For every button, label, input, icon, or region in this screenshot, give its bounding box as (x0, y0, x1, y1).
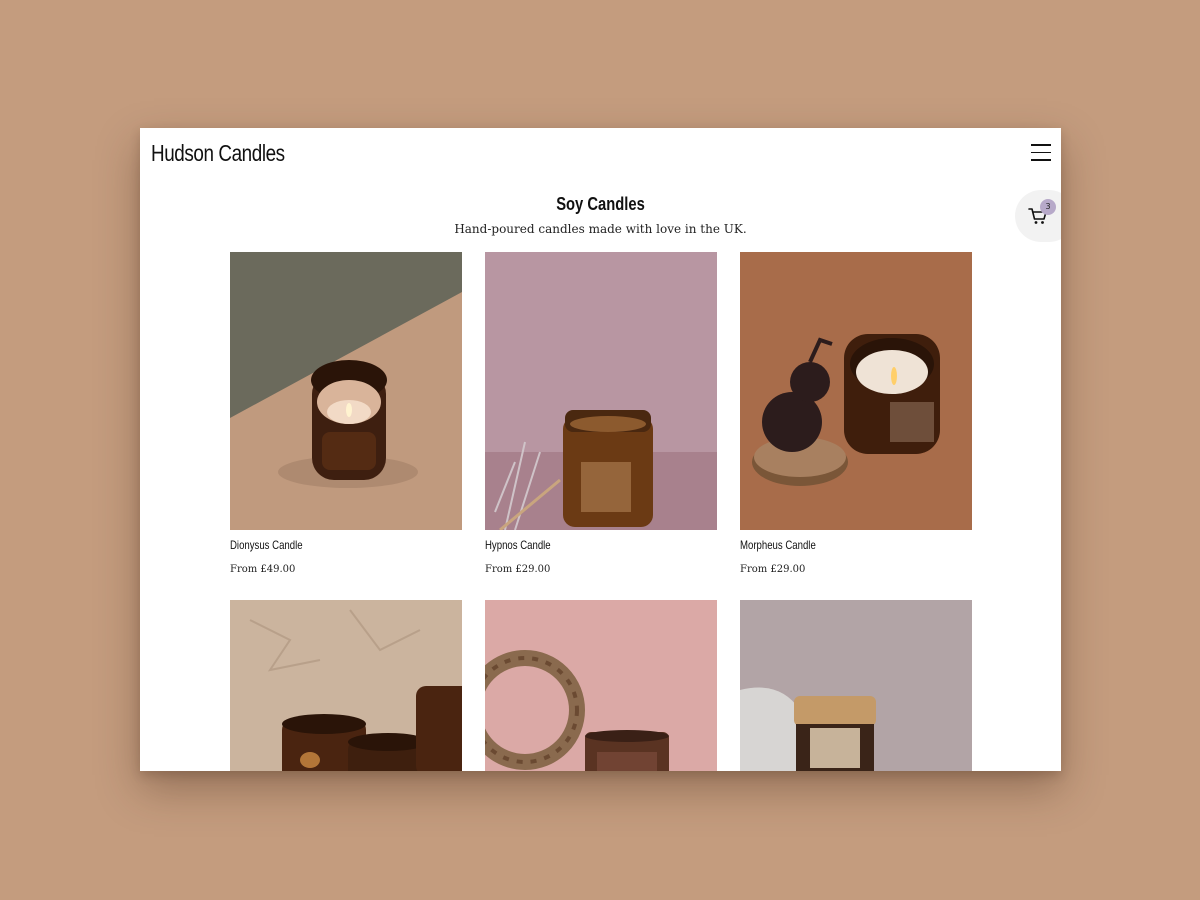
site-logo[interactable]: Hudson Candles (151, 140, 285, 167)
product-name[interactable]: Morpheus Candle (740, 538, 926, 552)
product-price: From £49.00 (230, 564, 296, 575)
product-card[interactable] (485, 600, 717, 771)
product-image[interactable] (485, 252, 717, 530)
product-image[interactable] (230, 252, 462, 530)
page-title: Soy Candles (556, 194, 645, 214)
product-name[interactable]: Dionysus Candle (230, 538, 416, 552)
hamburger-icon[interactable] (1031, 144, 1051, 164)
product-card-morpheus[interactable]: Morpheus Candle From £29.00 (740, 252, 972, 575)
product-image[interactable] (485, 600, 717, 771)
product-image[interactable] (740, 600, 972, 771)
product-card[interactable] (230, 600, 462, 771)
product-image[interactable] (230, 600, 462, 771)
product-card-hypnos[interactable]: Hypnos Candle From £29.00 (485, 252, 717, 575)
browser-window: Hudson Candles 3 Soy Candles Hand-poured… (140, 128, 1061, 771)
cart-count-badge: 3 (1040, 199, 1056, 215)
product-image[interactable] (740, 252, 972, 530)
site-header: Hudson Candles (140, 128, 1061, 184)
product-price: From £29.00 (740, 564, 806, 575)
product-card[interactable] (740, 600, 972, 771)
page-subtitle: Hand-poured candles made with love in th… (454, 222, 747, 236)
product-price: From £29.00 (485, 564, 551, 575)
product-card-dionysus[interactable]: Dionysus Candle From £49.00 (230, 252, 462, 575)
product-name[interactable]: Hypnos Candle (485, 538, 671, 552)
